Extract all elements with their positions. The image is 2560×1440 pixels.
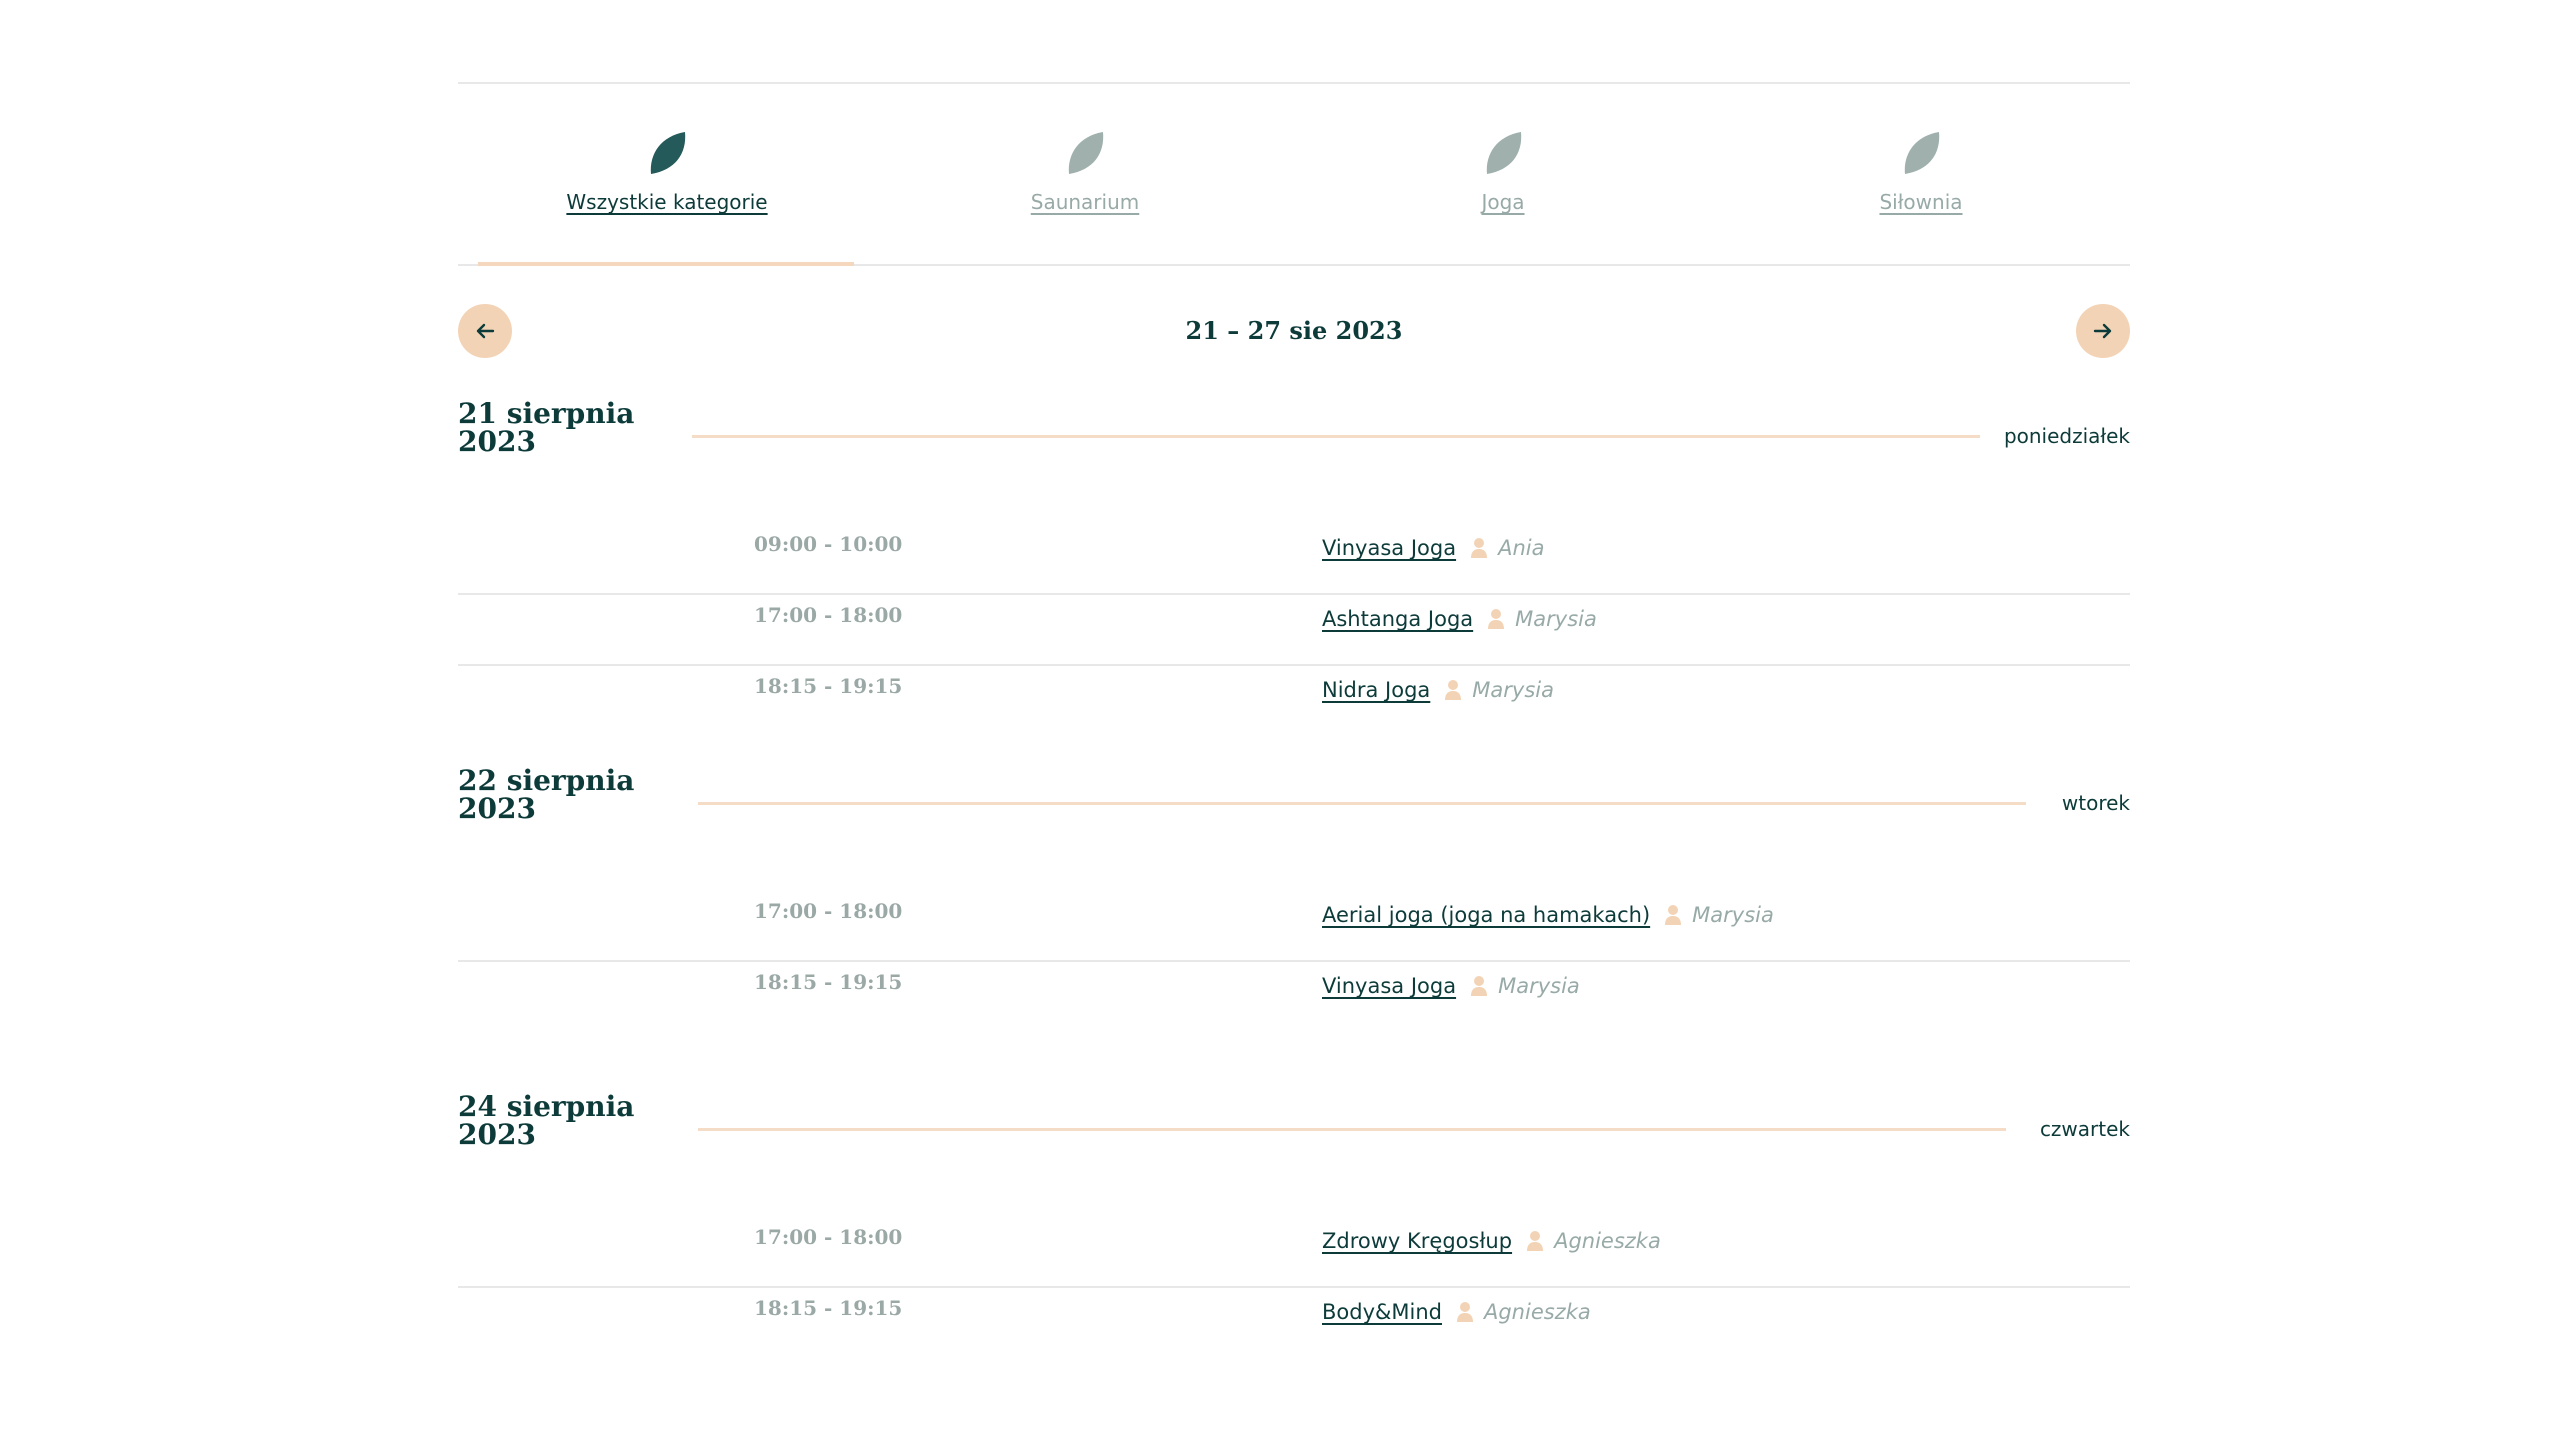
schedule-page: Wszystkie kategorie Saunarium Joga Siłow… [458,82,2130,1359]
session-row: 18:15 - 19:15 Vinyasa Joga Marysia [458,962,2130,1033]
person-icon [1445,680,1462,700]
instructor-name: Marysia [1472,678,1554,702]
session-time: 09:00 - 10:00 [754,532,903,556]
session-instructor: Agnieszka [1456,1300,1591,1324]
day-date-year: 2023 [458,425,536,458]
leaf-icon [1486,132,1522,174]
session-instructor: Marysia [1664,903,1774,927]
session-list: 17:00 - 18:00 Aerial joga (joga na hamak… [458,867,2130,1033]
session-row: 18:15 - 19:15 Nidra Joga Marysia [458,666,2130,737]
day-divider [692,435,1980,438]
instructor-name: Agnieszka [1483,1300,1591,1324]
session-class-link[interactable]: Vinyasa Joga [1322,974,1456,998]
instructor-name: Ania [1498,536,1545,560]
day-block: 24 sierpnia 2023 czwartek 17:00 - 18:00 … [458,1093,2130,1359]
tab-silownia[interactable]: Siłownia [1712,84,2130,264]
person-icon [1665,905,1682,925]
session-row: 17:00 - 18:00 Ashtanga Joga Marysia [458,595,2130,666]
category-tabs: Wszystkie kategorie Saunarium Joga Siłow… [458,82,2130,266]
person-icon [1471,976,1488,996]
day-weekday: poniedziałek [2003,424,2130,448]
week-navigation: 21 – 27 sie 2023 [458,266,2130,416]
day-date-line: 22 sierpnia [458,764,635,797]
day-date: 21 sierpnia 2023 [458,400,658,456]
session-time: 17:00 - 18:00 [754,899,903,923]
tab-joga[interactable]: Joga [1294,84,1712,264]
tab-label: Saunarium [1030,190,1140,214]
session-class-link[interactable]: Vinyasa Joga [1322,536,1456,560]
session-time: 17:00 - 18:00 [754,1225,903,1249]
tab-label: Joga [1481,190,1525,214]
day-weekday: czwartek [2039,1117,2130,1141]
week-range: 21 – 27 sie 2023 [1185,316,1403,345]
session-list: 17:00 - 18:00 Zdrowy Kręgosłup Agnieszka… [458,1193,2130,1359]
person-icon [1488,609,1505,629]
session-class-link[interactable]: Nidra Joga [1322,678,1430,702]
tab-all-categories[interactable]: Wszystkie kategorie [458,84,876,264]
day-divider [698,1128,2006,1131]
leaf-icon [1068,132,1104,174]
day-divider [698,802,2026,805]
session-row: 09:00 - 10:00 Vinyasa Joga Ania [458,524,2130,595]
session-instructor: Marysia [1487,607,1597,631]
session-instructor: Agnieszka [1526,1229,1661,1253]
tab-label: Siłownia [1879,190,1963,214]
session-class-link[interactable]: Aerial joga (joga na hamakach) [1322,903,1650,927]
day-weekday: wtorek [2061,791,2130,815]
day-block: 21 sierpnia 2023 poniedziałek 09:00 - 10… [458,400,2130,737]
session-class-link[interactable]: Zdrowy Kręgosłup [1322,1229,1512,1253]
session-instructor: Ania [1470,536,1544,560]
person-icon [1456,1302,1473,1322]
day-date-line: 21 sierpnia [458,397,635,430]
person-icon [1471,538,1488,558]
next-week-button[interactable] [2076,304,2130,358]
session-class-link[interactable]: Ashtanga Joga [1322,607,1473,631]
day-header: 24 sierpnia 2023 czwartek [458,1093,2130,1193]
instructor-name: Marysia [1498,974,1580,998]
session-time: 17:00 - 18:00 [754,603,903,627]
session-time: 18:15 - 19:15 [754,1296,903,1320]
day-date-year: 2023 [458,792,536,825]
arrow-right-icon [2093,323,2112,339]
day-block: 22 sierpnia 2023 wtorek 17:00 - 18:00 Ae… [458,767,2130,1033]
instructor-name: Marysia [1515,607,1597,631]
day-date: 22 sierpnia 2023 [458,767,658,823]
day-date-line: 24 sierpnia [458,1090,635,1123]
leaf-icon [650,132,686,174]
session-time: 18:15 - 19:15 [754,970,903,994]
person-icon [1527,1231,1544,1251]
tab-saunarium[interactable]: Saunarium [876,84,1294,264]
tab-label: Wszystkie kategorie [566,190,768,214]
session-instructor: Marysia [1470,974,1580,998]
instructor-name: Agnieszka [1554,1229,1661,1253]
day-header: 21 sierpnia 2023 poniedziałek [458,400,2130,500]
session-class-link[interactable]: Body&Mind [1322,1300,1442,1324]
day-date: 24 sierpnia 2023 [458,1093,658,1149]
session-instructor: Marysia [1444,678,1554,702]
day-header: 22 sierpnia 2023 wtorek [458,767,2130,867]
session-list: 09:00 - 10:00 Vinyasa Joga Ania 17:00 - … [458,500,2130,737]
session-row: 17:00 - 18:00 Aerial joga (joga na hamak… [458,891,2130,962]
instructor-name: Marysia [1692,903,1774,927]
session-row: 17:00 - 18:00 Zdrowy Kręgosłup Agnieszka [458,1217,2130,1288]
leaf-icon [1904,132,1940,174]
session-time: 18:15 - 19:15 [754,674,903,698]
day-date-year: 2023 [458,1118,536,1151]
session-row: 18:15 - 19:15 Body&Mind Agnieszka [458,1288,2130,1359]
